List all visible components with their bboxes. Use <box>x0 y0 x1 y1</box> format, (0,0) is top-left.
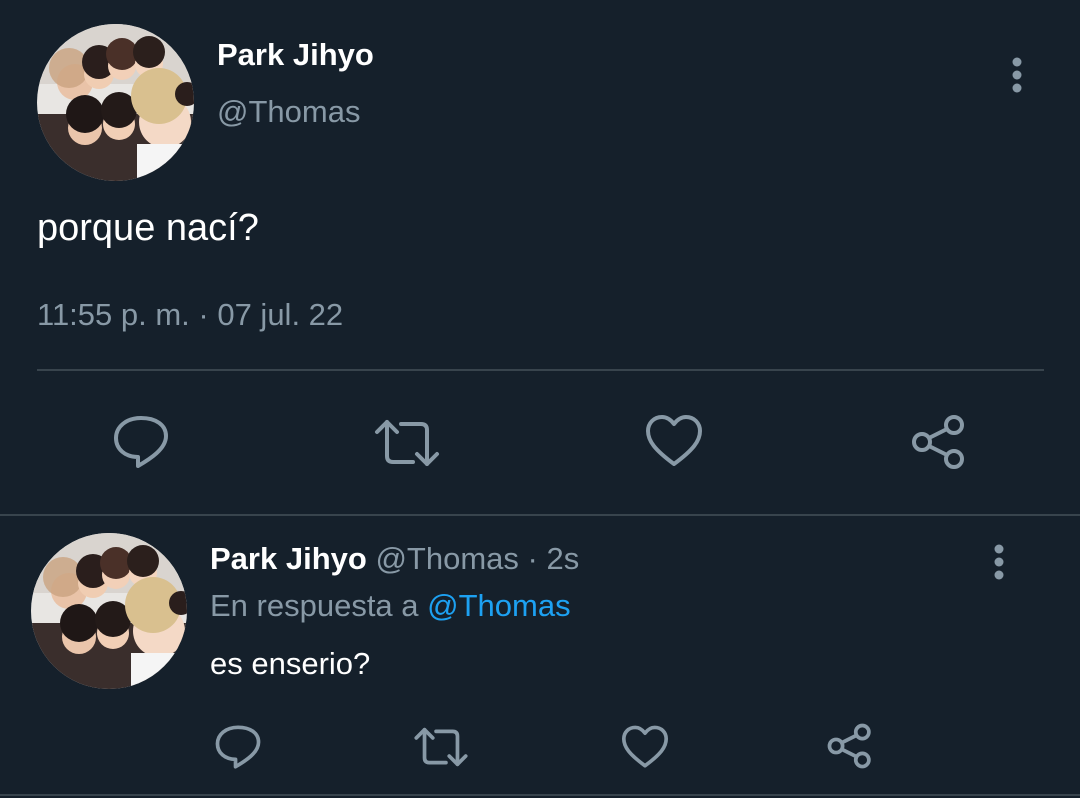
main-tweet-timestamp[interactable]: 11:55 p. m. · 07 jul. 22 <box>37 297 343 333</box>
main-tweet-avatar[interactable] <box>37 24 194 181</box>
avatar-photo <box>37 24 194 181</box>
avatar-photo <box>31 533 187 689</box>
share-icon[interactable] <box>826 723 874 769</box>
reply-tweet-author-handle[interactable]: @Thomas <box>375 541 518 576</box>
reply-context-mention[interactable]: @Thomas <box>427 588 570 623</box>
reply-tweet-more-icon[interactable] <box>986 543 1012 583</box>
main-tweet-divider <box>37 369 1044 371</box>
retweet-icon[interactable] <box>413 726 469 768</box>
reply-tweet-author-name[interactable]: Park Jihyo <box>210 541 367 576</box>
main-tweet-author-name[interactable]: Park Jihyo <box>217 37 374 73</box>
reply-tweet-avatar[interactable] <box>31 533 187 689</box>
bottom-divider <box>0 794 1080 796</box>
reply-tweet-text: es enserio? <box>210 646 371 681</box>
reply-context-prefix: En respuesta a <box>210 588 419 623</box>
reply-icon[interactable] <box>112 414 170 470</box>
reply-context: En respuesta a @Thomas <box>210 588 571 624</box>
reply-icon[interactable] <box>214 724 262 770</box>
main-tweet-text: porque nací? <box>37 207 259 249</box>
like-icon[interactable] <box>645 414 703 468</box>
like-icon[interactable] <box>621 725 669 769</box>
reply-tweet-separator: · <box>527 541 538 576</box>
retweet-icon[interactable] <box>373 418 441 468</box>
reply-tweet-age[interactable]: 2s <box>546 541 579 576</box>
main-tweet-author-handle[interactable]: @Thomas <box>217 94 360 130</box>
main-tweet-more-icon[interactable] <box>1004 56 1030 96</box>
reply-tweet-header: Park Jihyo @Thomas · 2s <box>210 541 579 577</box>
section-divider <box>0 514 1080 516</box>
share-icon[interactable] <box>910 414 968 470</box>
